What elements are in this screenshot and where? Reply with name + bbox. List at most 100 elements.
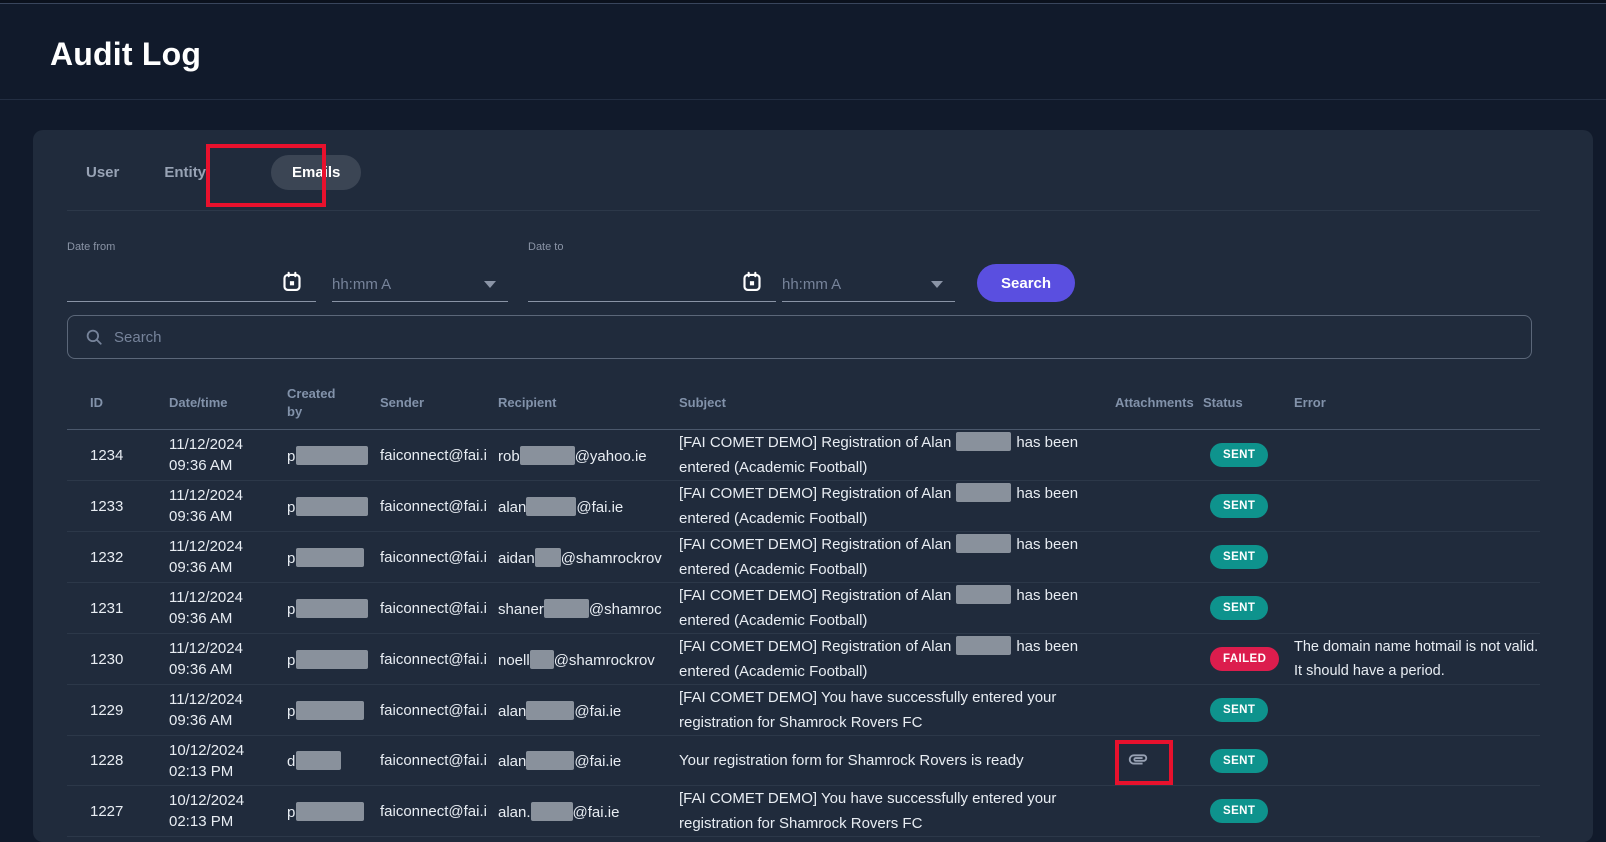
cell-subject: [FAI COMET DEMO] You have successfully e… (675, 685, 1115, 735)
status-badge: SENT (1210, 494, 1268, 518)
redaction-box (296, 446, 368, 465)
table-row[interactable]: 1232 11/12/202409:36 AM p faiconnect@fai… (67, 532, 1540, 583)
column-header-error: Error (1294, 395, 1540, 410)
filters-row: Date from (67, 241, 1593, 302)
cell-subject: [FAI COMET DEMO] Registration of Alanhas… (675, 634, 1115, 684)
table-row[interactable]: 1229 11/12/202409:36 AM p faiconnect@fai… (67, 685, 1540, 736)
calendar-icon[interactable] (742, 271, 762, 293)
tab-entity[interactable]: Entity (164, 164, 206, 181)
content: User Entity Emails Date from (0, 100, 1606, 842)
redaction-box (296, 650, 368, 669)
column-header-id: ID (67, 395, 167, 410)
redaction-box (535, 548, 561, 567)
cell-created-by: p (285, 802, 380, 821)
cell-subject: [FAI COMET DEMO] Registration of Alanhas… (675, 430, 1115, 480)
cell-subject: [FAI COMET DEMO] Registration of Alanhas… (675, 532, 1115, 582)
tab-user[interactable]: User (86, 164, 119, 181)
cell-recipient: shaner@shamroc (498, 599, 675, 618)
cell-datetime: 11/12/202409:36 AM (167, 587, 285, 629)
cell-created-by: p (285, 650, 380, 669)
cell-id: 1234 (67, 447, 167, 464)
cell-status: SENT (1203, 698, 1294, 722)
status-badge: SENT (1210, 443, 1268, 467)
redaction-box (544, 599, 589, 618)
redaction-box (956, 636, 1011, 655)
cell-status: SENT (1203, 799, 1294, 823)
audit-log-panel: User Entity Emails Date from (33, 130, 1593, 842)
redaction-box (296, 802, 364, 821)
date-to-field: Date to (528, 241, 776, 302)
cell-datetime: 11/12/202409:36 AM (167, 689, 285, 731)
cell-datetime: 11/12/202409:36 AM (167, 434, 285, 476)
cell-status: FAILED (1203, 647, 1294, 671)
table-row[interactable]: 1230 11/12/202409:36 AM p faiconnect@fai… (67, 634, 1540, 685)
table-header-row: ID Date/time Created by Sender Recipient… (67, 376, 1540, 430)
page-header: Audit Log (0, 0, 1606, 100)
search-icon (85, 328, 103, 346)
date-to-input[interactable] (528, 276, 776, 301)
cell-id: 1228 (67, 752, 167, 769)
redaction-box (296, 751, 341, 770)
cell-sender: faiconnect@fai.i (380, 498, 498, 515)
top-hairline (0, 0, 1606, 4)
status-badge: SENT (1210, 749, 1268, 773)
cell-id: 1231 (67, 600, 167, 617)
cell-recipient: rob@yahoo.ie (498, 446, 675, 465)
paperclip-icon[interactable] (1127, 757, 1149, 774)
time-to-input[interactable] (782, 276, 955, 301)
cell-recipient: alan@fai.ie (498, 701, 675, 720)
cell-sender: faiconnect@fai.i (380, 600, 498, 617)
date-from-input[interactable] (67, 276, 316, 301)
cell-error: The domain name hotmail is not valid. It… (1294, 635, 1540, 683)
cell-id: 1230 (67, 651, 167, 668)
date-from-field: Date from (67, 241, 316, 302)
cell-id: 1233 (67, 498, 167, 515)
table-row[interactable]: 1227 10/12/202402:13 PM p faiconnect@fai… (67, 786, 1540, 837)
redaction-box (296, 548, 364, 567)
cell-sender: faiconnect@fai.i (380, 702, 498, 719)
cell-id: 1229 (67, 702, 167, 719)
search-input[interactable] (114, 329, 1531, 346)
redaction-box (296, 497, 368, 516)
redaction-box (526, 751, 574, 770)
cell-created-by: p (285, 599, 380, 618)
tabs-divider (67, 210, 1540, 211)
table-row[interactable]: 1231 11/12/202409:36 AM p faiconnect@fai… (67, 583, 1540, 634)
chevron-down-icon (484, 281, 496, 288)
email-table: ID Date/time Created by Sender Recipient… (67, 376, 1540, 837)
cell-status: SENT (1203, 596, 1294, 620)
cell-status: SENT (1203, 494, 1294, 518)
redaction-box (296, 701, 364, 720)
tab-emails[interactable]: Emails (271, 155, 361, 190)
cell-datetime: 11/12/202409:36 AM (167, 536, 285, 578)
table-row[interactable]: 1228 10/12/202402:13 PM d faiconnect@fai… (67, 736, 1540, 786)
cell-id: 1232 (67, 549, 167, 566)
cell-subject: [FAI COMET DEMO] Registration of Alanhas… (675, 481, 1115, 531)
table-row[interactable]: 1234 11/12/202409:36 AM p faiconnect@fai… (67, 430, 1540, 481)
table-row[interactable]: 1233 11/12/202409:36 AM p faiconnect@fai… (67, 481, 1540, 532)
cell-datetime: 10/12/202402:13 PM (167, 740, 285, 782)
redaction-box (530, 650, 554, 669)
column-header-sender: Sender (380, 395, 498, 410)
search-button[interactable]: Search (977, 264, 1075, 302)
cell-status: SENT (1203, 749, 1294, 773)
calendar-icon[interactable] (282, 271, 302, 293)
time-from-input[interactable] (332, 276, 508, 301)
status-badge: SENT (1210, 596, 1268, 620)
cell-recipient: alan@fai.ie (498, 751, 675, 770)
date-from-label: Date from (67, 241, 316, 253)
cell-sender: faiconnect@fai.i (380, 752, 498, 769)
column-header-attachments: Attachments (1115, 395, 1203, 410)
cell-subject: [FAI COMET DEMO] You have successfully e… (675, 786, 1115, 836)
cell-sender: faiconnect@fai.i (380, 803, 498, 820)
cell-datetime: 10/12/202402:13 PM (167, 790, 285, 832)
cell-created-by: p (285, 497, 380, 516)
cell-recipient: alan@fai.ie (498, 497, 675, 516)
redaction-box (531, 802, 573, 821)
redaction-box (520, 446, 575, 465)
cell-status: SENT (1203, 443, 1294, 467)
cell-attachments (1115, 748, 1203, 774)
date-to-label: Date to (528, 241, 776, 253)
cell-recipient: noell@shamrockrov (498, 650, 675, 669)
status-badge: FAILED (1210, 647, 1279, 671)
